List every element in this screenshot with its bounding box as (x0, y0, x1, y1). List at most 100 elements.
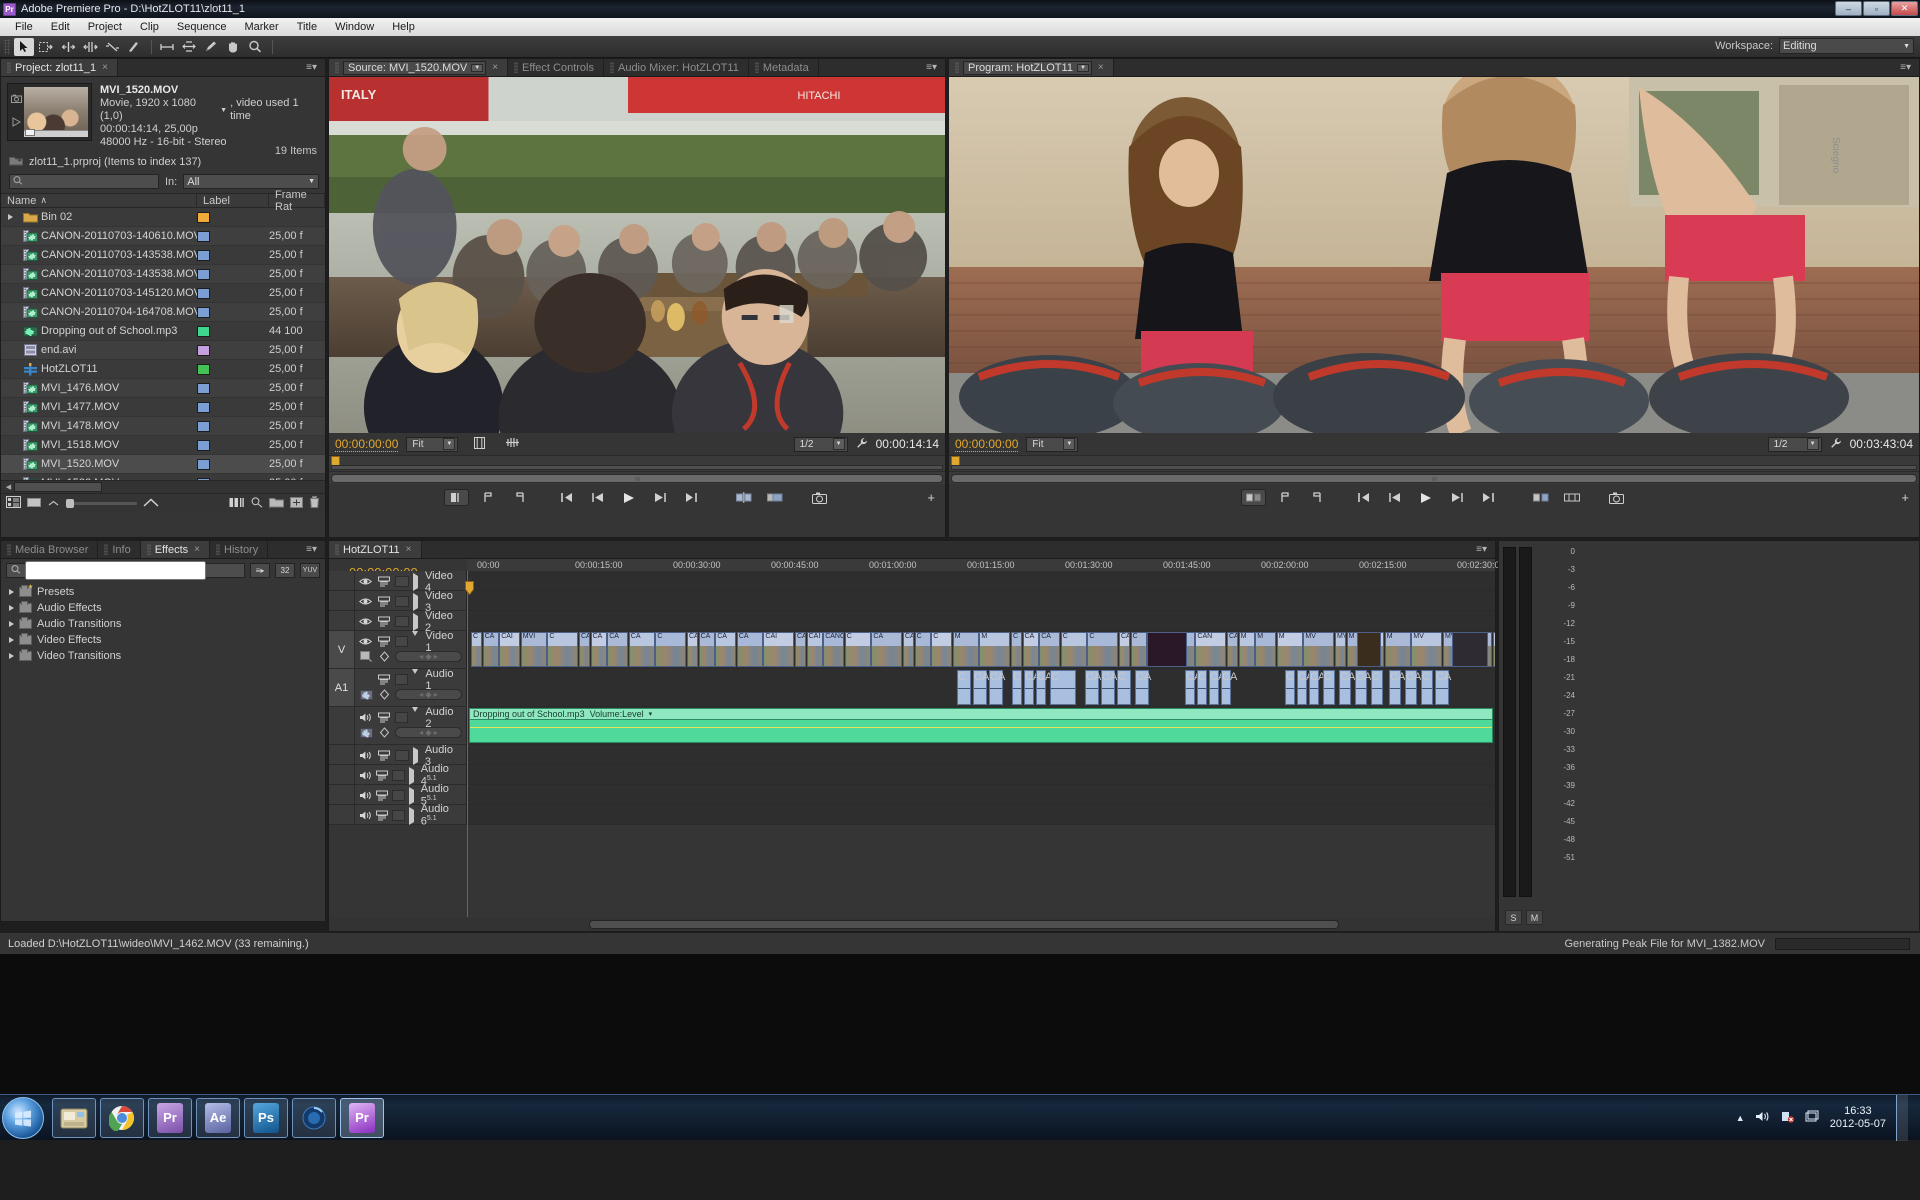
program-sequence-select[interactable]: Program: HotZLOT11 ▼ (963, 60, 1092, 75)
expander-icon[interactable] (9, 589, 14, 595)
timeline-audio-clip[interactable]: CA (1024, 670, 1040, 705)
project-item-label[interactable] (197, 211, 269, 223)
go-to-out-button[interactable] (680, 489, 702, 506)
tab-program[interactable]: Program: HotZLOT11 ▼ × (949, 59, 1114, 76)
lock-icon[interactable] (377, 749, 391, 762)
taskbar-after-effects[interactable]: Ae (196, 1097, 240, 1138)
source-current-timecode[interactable]: 00:00:00:00 (335, 437, 399, 452)
timeline-clip[interactable]: C (844, 632, 871, 667)
hand-tool[interactable] (223, 38, 243, 56)
timeline-clip-image[interactable] (1357, 632, 1381, 667)
track-lock-toggle[interactable] (394, 576, 409, 587)
menu-sequence[interactable]: Sequence (168, 19, 236, 35)
source-fit-select[interactable]: Fit ▼ (406, 436, 459, 452)
start-button[interactable] (2, 1096, 44, 1139)
slip-tool[interactable] (157, 38, 177, 56)
tab-sequence-hotzlot11[interactable]: HotZLOT11 × (329, 541, 422, 558)
track-content[interactable] (467, 805, 1495, 824)
track-expand-icon[interactable] (408, 806, 414, 825)
music-clip-effect[interactable]: Volume:Level (590, 709, 644, 719)
timeline-music-clip[interactable]: Dropping out of School.mp3 Volume:Level ▾ (469, 708, 1493, 743)
scrollbar-thumb[interactable] (14, 482, 102, 492)
track-lock-toggle[interactable] (392, 810, 405, 821)
mark-out-button[interactable] (509, 489, 531, 506)
project-item-label[interactable] (197, 325, 269, 337)
project-horizontal-scrollbar[interactable]: ◀ (1, 480, 325, 493)
in-select[interactable]: All ▼ (183, 174, 319, 189)
timeline-audio-clip[interactable]: C (1285, 670, 1295, 705)
track-target-toggle[interactable] (329, 707, 355, 744)
taskbar-media-encoder[interactable] (292, 1097, 336, 1138)
track-expand-icon[interactable] (408, 786, 414, 805)
automate-to-sequence-icon[interactable] (229, 497, 245, 511)
lock-icon[interactable] (377, 711, 391, 724)
icon-view-icon[interactable] (27, 497, 41, 511)
timeline-clip[interactable]: CA (590, 632, 607, 667)
panel-menu-icon[interactable]: ≡▾ (298, 59, 325, 76)
project-item-label[interactable] (197, 477, 269, 480)
expander-icon[interactable] (9, 653, 14, 659)
taskbar-chrome[interactable] (100, 1097, 144, 1138)
timeline-clip[interactable]: CA (579, 632, 590, 667)
settings-wrench-icon[interactable] (856, 437, 868, 452)
mark-in-button[interactable] (443, 489, 469, 506)
effects-tree-item[interactable]: Video Effects (1, 632, 325, 648)
expander-icon[interactable] (9, 621, 14, 627)
selection-tool[interactable] (14, 37, 34, 56)
tab-effect-controls[interactable]: Effect Controls (508, 59, 604, 76)
menu-window[interactable]: Window (326, 19, 383, 35)
keyframe-icon[interactable] (377, 650, 391, 663)
project-item-label[interactable] (197, 458, 269, 470)
lock-icon[interactable] (377, 673, 391, 686)
new-item-icon[interactable] (290, 496, 303, 511)
track-expand-icon[interactable] (408, 766, 414, 785)
project-item-label[interactable] (197, 306, 269, 318)
program-duration-timecode[interactable]: 00:03:43:04 (1850, 437, 1913, 451)
project-list-item[interactable]: MVI_1477.MOV 25,00 f (1, 398, 325, 417)
thumbnail-size-slider[interactable] (66, 499, 137, 508)
extract-button[interactable] (1530, 489, 1552, 506)
yuv-icon[interactable]: YUV (300, 563, 320, 578)
volume-icon[interactable] (1755, 1110, 1770, 1126)
timeline-clip[interactable]: CA (628, 632, 655, 667)
expander-icon[interactable] (9, 605, 14, 611)
overwrite-button[interactable] (764, 489, 786, 506)
keyframe-icon[interactable] (377, 688, 391, 701)
effects-tree-item[interactable]: Audio Effects (1, 600, 325, 616)
track-content[interactable] (467, 745, 1495, 764)
pen-tool[interactable] (201, 38, 221, 56)
timeline-clip[interactable]: CA (482, 632, 499, 667)
timeline-clip[interactable]: C (471, 632, 482, 667)
panel-menu-icon[interactable]: ≡▾ (1892, 59, 1919, 76)
track-expand-icon[interactable] (412, 612, 418, 631)
play-button[interactable] (1415, 489, 1437, 506)
timeline-clip[interactable]: MV (1303, 632, 1335, 667)
eye-icon[interactable] (359, 635, 373, 648)
workspace-select[interactable]: Editing ▼ (1779, 38, 1914, 54)
effects-tree-item[interactable]: Video Transitions (1, 648, 325, 664)
timeline-playhead-icon[interactable] (465, 581, 474, 596)
menu-project[interactable]: Project (79, 19, 131, 35)
timeline-clip[interactable]: MV (1492, 632, 1495, 667)
track-target-toggle[interactable]: A1 (329, 669, 355, 706)
speaker-icon[interactable] (359, 673, 373, 686)
timeline-clip[interactable]: C (1087, 632, 1119, 667)
project-item-label[interactable] (197, 230, 269, 242)
insert-button[interactable] (733, 489, 755, 506)
timeline-clip[interactable]: CA (1022, 632, 1039, 667)
timeline-audio-clip[interactable]: CA (1339, 670, 1355, 705)
taskbar-photoshop[interactable]: Ps (244, 1097, 288, 1138)
timeline-clip[interactable]: CA (903, 632, 914, 667)
track-content[interactable]: C CA CA C CA CA C CA CA C CA CA C CA CA C CA CA C CA CA C CA CA… (467, 669, 1495, 706)
program-scrubber[interactable] (949, 455, 1919, 471)
track-target-toggle[interactable] (329, 745, 355, 764)
timeline-clip[interactable]: MV (1335, 632, 1346, 667)
project-item-label[interactable] (197, 344, 269, 356)
audio-meter-icon[interactable] (359, 726, 373, 739)
timeline-clip[interactable]: CANON-2C (1227, 632, 1238, 667)
project-list-item[interactable]: MVI_1518.MOV 25,00 f (1, 436, 325, 455)
track-select-tool[interactable] (36, 38, 56, 56)
scroll-left-icon[interactable]: ◀ (3, 482, 14, 493)
keyframe-icon[interactable] (377, 726, 391, 739)
solo-button[interactable]: S (1505, 910, 1522, 925)
